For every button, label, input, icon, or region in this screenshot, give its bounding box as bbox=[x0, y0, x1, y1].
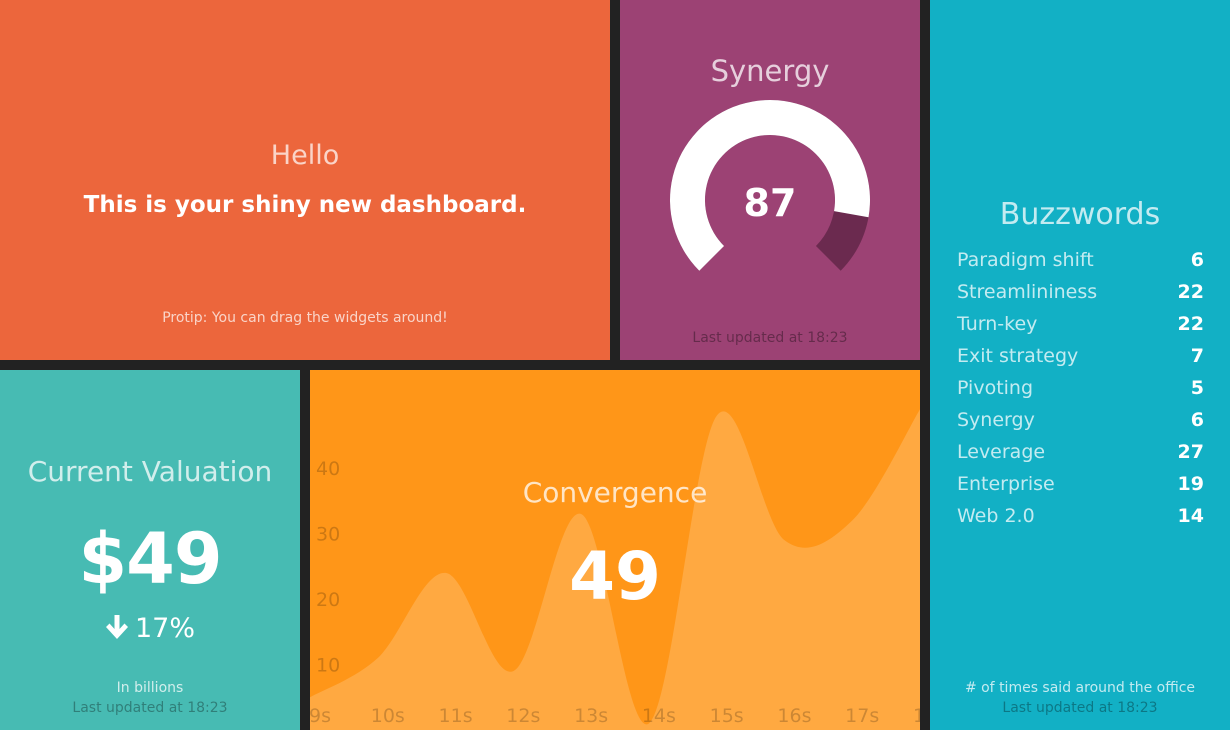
list-item-label: Turn-key bbox=[957, 313, 1038, 335]
valuation-value: $49 bbox=[78, 518, 222, 600]
x-tick-label: 13s bbox=[574, 705, 608, 727]
buzzwords-list: Paradigm shift 6 Streamlininess 22 Turn-ke… bbox=[957, 246, 1204, 534]
list-item: Enterprise 19 bbox=[957, 470, 1204, 502]
synergy-widget[interactable]: Synergy 87 Last updated at 18:23 bbox=[620, 0, 920, 360]
y-tick-label: 10 bbox=[316, 655, 340, 677]
convergence-value: 49 bbox=[569, 538, 661, 615]
list-item-label: Streamlininess bbox=[957, 281, 1098, 303]
convergence-title: Convergence bbox=[522, 476, 708, 509]
list-item-value: 7 bbox=[1190, 345, 1204, 367]
hello-title: Hello bbox=[270, 140, 340, 171]
list-item-value: 22 bbox=[1177, 281, 1204, 303]
x-tick-label: 15s bbox=[710, 705, 744, 727]
convergence-widget[interactable]: 102030409s10s11s12s13s14s15s16s17s18s Co… bbox=[310, 370, 920, 730]
list-item: Leverage 27 bbox=[957, 438, 1204, 470]
synergy-updated: Last updated at 18:23 bbox=[692, 330, 848, 346]
list-item: Pivoting 5 bbox=[957, 374, 1204, 406]
valuation-widget[interactable]: Current Valuation $49 17% In billions La… bbox=[0, 370, 300, 730]
list-item-value: 19 bbox=[1177, 473, 1204, 495]
list-item-label: Leverage bbox=[957, 441, 1046, 463]
list-item-value: 6 bbox=[1190, 409, 1204, 431]
list-item: Exit strategy 7 bbox=[957, 342, 1204, 374]
x-tick-label: 14s bbox=[642, 705, 676, 727]
valuation-updated: Last updated at 18:23 bbox=[72, 700, 228, 716]
buzzwords-widget[interactable]: Buzzwords Paradigm shift 6 Streamlininess… bbox=[930, 0, 1230, 730]
list-item-label: Pivoting bbox=[957, 377, 1034, 399]
hello-text: This is your shiny new dashboard. bbox=[83, 192, 527, 218]
list-item: Paradigm shift 6 bbox=[957, 246, 1204, 278]
buzzwords-moreinfo: # of times said around the office bbox=[964, 680, 1196, 696]
list-item: Web 2.0 14 bbox=[957, 502, 1204, 534]
synergy-value: 87 bbox=[744, 181, 797, 225]
list-item-value: 22 bbox=[1177, 313, 1204, 335]
list-item-label: Enterprise bbox=[957, 473, 1055, 495]
valuation-moreinfo: In billions bbox=[116, 680, 184, 696]
list-item-value: 6 bbox=[1190, 249, 1204, 271]
list-item-label: Synergy bbox=[957, 409, 1035, 431]
buzzwords-title: Buzzwords bbox=[999, 197, 1161, 232]
arrow-down-icon bbox=[105, 614, 128, 639]
valuation-change: 17% bbox=[0, 613, 300, 644]
x-tick-label: 17s bbox=[845, 705, 879, 727]
x-tick-label: 9s bbox=[310, 705, 331, 727]
x-tick-label: 16s bbox=[777, 705, 811, 727]
synergy-gauge: 87 bbox=[670, 99, 870, 271]
list-item-value: 27 bbox=[1177, 441, 1204, 463]
list-item-label: Web 2.0 bbox=[957, 505, 1035, 527]
list-item: Turn-key 22 bbox=[957, 310, 1204, 342]
buzzwords-updated: Last updated at 18:23 bbox=[1002, 700, 1158, 716]
list-item-value: 14 bbox=[1177, 505, 1204, 527]
hello-widget[interactable]: Hello This is your shiny new dashboard. … bbox=[0, 0, 610, 360]
list-item-label: Paradigm shift bbox=[957, 249, 1094, 271]
x-tick-label: 10s bbox=[371, 705, 405, 727]
valuation-title: Current Valuation bbox=[27, 455, 273, 488]
list-item-label: Exit strategy bbox=[957, 345, 1079, 367]
hello-moreinfo: Protip: You can drag the widgets around! bbox=[162, 310, 448, 326]
list-item-value: 5 bbox=[1190, 377, 1204, 399]
list-item: Streamlininess 22 bbox=[957, 278, 1204, 310]
valuation-change-rate: 17% bbox=[134, 613, 195, 644]
x-tick-label: 12s bbox=[506, 705, 540, 727]
x-tick-label: 18s bbox=[913, 705, 920, 727]
list-item: Synergy 6 bbox=[957, 406, 1204, 438]
x-tick-label: 11s bbox=[439, 705, 473, 727]
